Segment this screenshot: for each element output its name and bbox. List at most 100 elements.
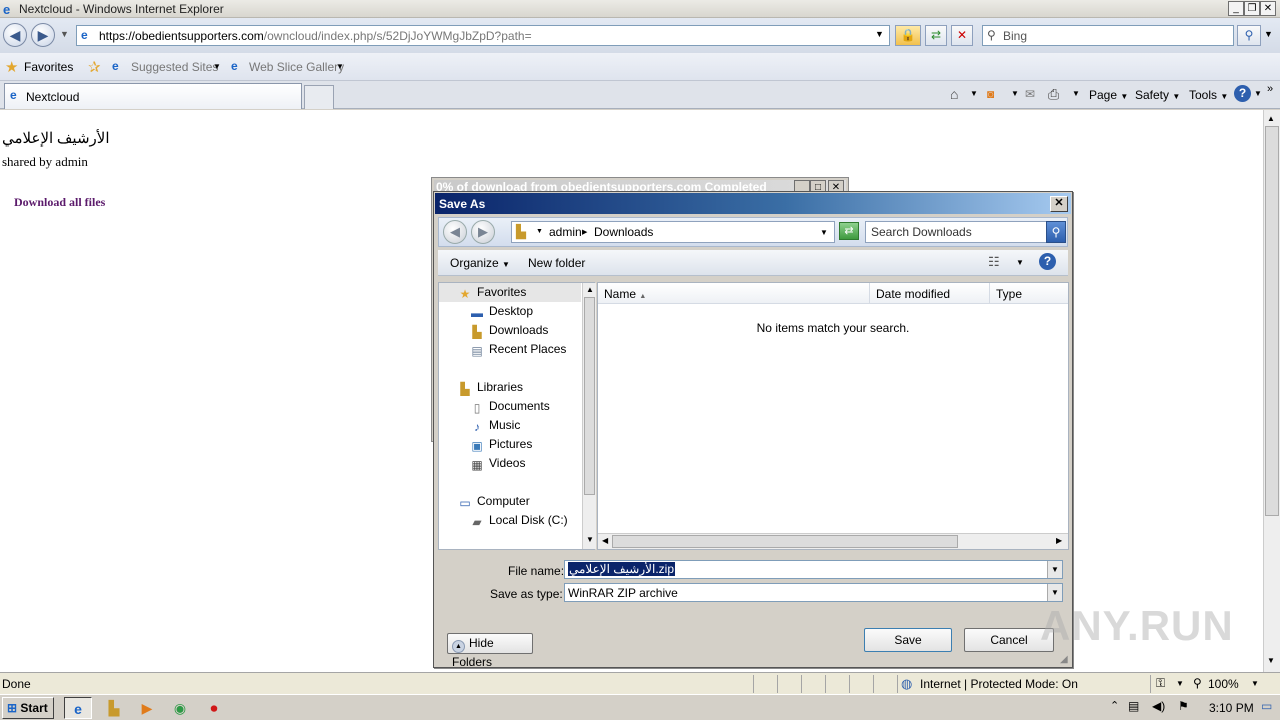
file-name-dropdown-icon[interactable]: ▼ [1047,561,1062,578]
page-scrollbar[interactable]: ▲ ▼ [1263,110,1280,672]
page-menu[interactable]: Page ▼ [1089,88,1128,102]
breadcrumb-downloads[interactable]: Downloads [594,225,653,239]
feeds-icon[interactable]: ◙ [987,87,994,101]
security-lock-icon[interactable]: 🔒 [895,25,921,46]
nav-item-downloads[interactable]: ▙ Downloads [469,323,548,342]
scroll-down-icon[interactable]: ▼ [586,535,594,544]
resize-grip-icon[interactable]: ◢ [1060,654,1068,665]
scroll-up-icon[interactable]: ▲ [1267,114,1275,123]
download-all-link[interactable]: Download all files [14,195,105,210]
nav-item-local-disk[interactable]: ▰ Local Disk (C:) [469,513,567,532]
chevron-down-icon[interactable]: ▼ [1072,89,1080,98]
save-type-dropdown-icon[interactable]: ▼ [1047,584,1062,601]
chevron-down-icon[interactable]: ▼ [1254,89,1262,98]
new-folder-button[interactable]: New folder [528,256,585,270]
recent-pages-dropdown-icon[interactable]: ▼ [60,29,69,39]
scroll-right-icon[interactable]: ▶ [1056,536,1062,545]
column-date-modified[interactable]: Date modified [870,283,990,304]
nav-item-favorites[interactable]: ★ Favorites [457,285,527,304]
nav-pane-scrollbar[interactable]: ▲ ▼ [582,283,596,549]
back-button[interactable]: ◀ [3,23,27,47]
restore-button[interactable]: ❐ [1244,1,1260,16]
column-type[interactable]: Type [990,283,1070,304]
breadcrumb-admin[interactable]: admin [549,225,582,239]
print-icon[interactable]: ⎙ [1048,86,1059,103]
path-dropdown-icon[interactable]: ▼ [820,228,828,237]
breadcrumb[interactable]: ▙ ▼ admin ▶ Downloads ▼ [511,221,835,243]
hide-folders-button[interactable]: ▲ Hide Folders [447,633,533,669]
minimize-button[interactable]: _ [1228,1,1244,16]
nav-item-pictures[interactable]: ▣ Pictures [469,437,532,456]
address-dropdown-icon[interactable]: ▼ [875,29,884,39]
chevron-down-icon[interactable]: ▼ [970,89,978,98]
new-tab-button[interactable] [304,85,334,109]
help-icon[interactable]: ? [1039,253,1056,270]
chevron-down-icon[interactable]: ▼ [213,62,221,71]
chevron-down-icon[interactable]: ▼ [1176,679,1184,688]
help-icon[interactable]: ? [1234,85,1251,102]
page-scroll-thumb[interactable] [1265,126,1279,516]
chevron-down-icon[interactable]: ▼ [336,62,344,71]
add-favorites-icon[interactable]: ✰ [88,58,101,76]
start-button[interactable]: ⊞ Start [2,697,54,719]
taskbar-security-app-icon[interactable]: ⏺ [200,697,228,719]
refresh-icon[interactable]: ⇄ [925,25,947,46]
scroll-up-icon[interactable]: ▲ [586,285,594,294]
taskbar-ie-icon[interactable]: e [64,697,92,719]
suggested-sites-link[interactable]: Suggested Sites [131,60,218,74]
search-button-icon[interactable]: ⚲ [1237,25,1261,46]
security-zone-text[interactable]: Internet | Protected Mode: On [920,677,1078,691]
chevron-down-icon[interactable]: ▼ [1251,679,1259,688]
tray-network-icon[interactable]: ▤ [1128,699,1139,713]
column-name[interactable]: Name ▲ [598,283,870,304]
nav-item-videos[interactable]: ▦ Videos [469,456,525,475]
nav-scroll-thumb[interactable] [584,297,595,495]
web-slice-gallery-link[interactable]: Web Slice Gallery [249,60,344,74]
organize-menu[interactable]: Organize ▼ [450,256,510,270]
nav-item-computer[interactable]: ▭ Computer [457,494,529,513]
chevron-down-icon[interactable]: ▼ [536,228,543,235]
command-bar-overflow-icon[interactable]: » [1267,83,1273,95]
nav-item-music[interactable]: ♪ Music [469,418,520,437]
protected-mode-icon[interactable]: ⚿ [1156,676,1165,691]
close-window-button[interactable]: ✕ [1260,1,1276,16]
nav-item-documents[interactable]: ▯ Documents [469,399,550,418]
save-as-search-input[interactable]: Search Downloads [865,221,1047,243]
safety-menu[interactable]: Safety ▼ [1135,88,1180,102]
nav-item-desktop[interactable]: ▬ Desktop [469,304,533,323]
tray-volume-icon[interactable]: ◀) [1152,699,1165,713]
search-icon[interactable]: ⚲ [1046,221,1066,243]
show-desktop-icon[interactable]: ▭ [1261,699,1272,713]
refresh-icon[interactable]: ⇄ [839,222,859,240]
nav-item-recent-places[interactable]: ▤ Recent Places [469,342,566,361]
nav-item-libraries[interactable]: ▙ Libraries [457,380,523,399]
save-as-close-button[interactable]: ✕ [1050,196,1068,212]
stop-icon[interactable]: ✕ [951,25,973,46]
scroll-left-icon[interactable]: ◀ [602,536,608,545]
taskbar-explorer-icon[interactable]: ▙ [100,697,128,719]
tools-menu[interactable]: Tools ▼ [1189,88,1228,102]
taskbar-media-player-icon[interactable]: ▶ [133,697,161,719]
save-button[interactable]: Save [864,628,952,652]
clock[interactable]: 3:10 PM [1209,701,1254,715]
search-options-icon[interactable]: ▼ [1264,29,1273,39]
hscroll-thumb[interactable] [612,535,958,548]
tray-action-center-icon[interactable]: ⚑ [1178,699,1189,713]
save-as-back-button[interactable]: ◀ [443,220,467,244]
zoom-level[interactable]: 100% [1208,677,1239,691]
file-list-hscrollbar[interactable]: ◀ ▶ [598,533,1068,549]
save-type-select[interactable]: WinRAR ZIP archive ▼ [564,583,1063,602]
tab-nextcloud[interactable]: e Nextcloud [4,83,302,109]
forward-button[interactable]: ▶ [31,23,55,47]
read-mail-icon[interactable]: ✉ [1025,87,1035,101]
search-input[interactable]: ⚲ Bing [982,25,1234,46]
save-as-forward-button[interactable]: ▶ [471,220,495,244]
scroll-down-icon[interactable]: ▼ [1267,656,1275,665]
taskbar-chrome-icon[interactable]: ◉ [166,697,194,719]
chevron-down-icon[interactable]: ▼ [1011,89,1019,98]
home-icon[interactable]: ⌂ [950,86,958,102]
tray-expand-icon[interactable]: ⌃ [1110,699,1119,712]
favorites-button[interactable]: Favorites [24,60,73,74]
breadcrumb-separator-icon[interactable]: ▶ [582,228,587,236]
file-name-field[interactable]: الأرشيف الإعلامي.zip ▼ [564,560,1063,579]
